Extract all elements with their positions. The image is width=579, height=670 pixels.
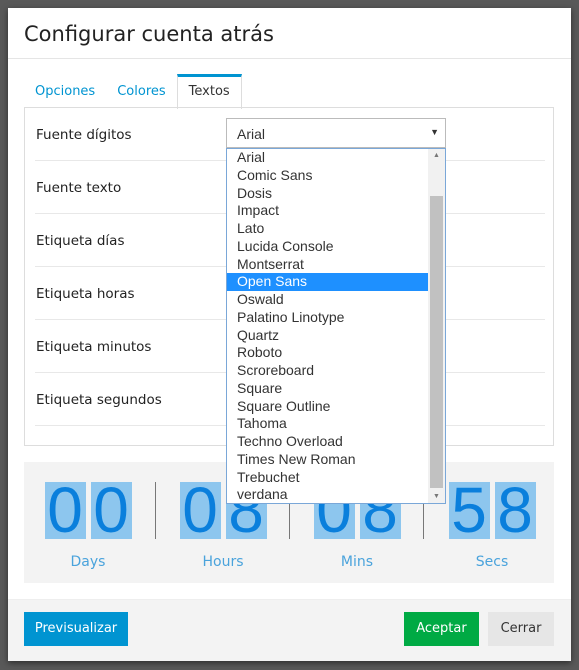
font-dropdown-list[interactable]: ▲ ▼ Arial Comic Sans Dosis Impact Lato Lucida…	[226, 148, 446, 504]
font-option[interactable]: Open Sans	[227, 273, 429, 291]
close-button[interactable]: Cerrar	[488, 612, 554, 646]
unit-label: Secs	[475, 554, 509, 570]
font-option[interactable]: Trebuchet	[227, 469, 429, 487]
font-option[interactable]: Tahoma	[227, 415, 429, 433]
unit-label: Mins	[340, 554, 374, 570]
font-option[interactable]: Comic Sans	[227, 167, 429, 185]
font-option[interactable]: verdana	[227, 486, 429, 504]
unit-label: Days	[70, 554, 106, 570]
font-option[interactable]: Dosis	[227, 185, 429, 203]
countdown-secs: 5 8 Secs	[442, 478, 542, 570]
tab-bar: Opciones Colores Textos	[24, 74, 242, 109]
digit: 0	[44, 478, 86, 542]
divider	[8, 58, 571, 59]
font-option[interactable]: Arial	[227, 149, 429, 167]
digit: 8	[494, 478, 536, 542]
scrollbar[interactable]: ▲ ▼	[428, 149, 445, 503]
digit: 0	[90, 478, 132, 542]
digit: 5	[448, 478, 490, 542]
configure-countdown-dialog: Configurar cuenta atrás Opciones Colores…	[8, 8, 571, 661]
digit-font-select[interactable]: Arial ▼	[226, 118, 446, 148]
font-option[interactable]: Palatino Linotype	[227, 309, 429, 327]
font-option[interactable]: Square Outline	[227, 398, 429, 416]
tab-colores[interactable]: Colores	[106, 74, 176, 108]
font-option[interactable]: Techno Overload	[227, 433, 429, 451]
tab-opciones[interactable]: Opciones	[24, 74, 106, 108]
digits: 00	[38, 478, 138, 542]
font-option[interactable]: Oswald	[227, 291, 429, 309]
font-option[interactable]: Lato	[227, 220, 429, 238]
font-option[interactable]: Lucida Console	[227, 238, 429, 256]
select-value: Arial	[237, 126, 266, 142]
scroll-down-icon[interactable]: ▼	[428, 493, 445, 500]
font-option[interactable]: Scroreboard	[227, 362, 429, 380]
digit: 0	[179, 478, 221, 542]
font-option[interactable]: Montserrat	[227, 256, 429, 274]
tab-textos[interactable]: Textos	[176, 74, 242, 109]
digits: 58	[442, 478, 542, 542]
font-option[interactable]: Roboto	[227, 344, 429, 362]
scroll-up-icon[interactable]: ▲	[428, 152, 445, 159]
unit-label: Hours	[202, 554, 244, 570]
dialog-footer: Previsualizar Aceptar Cerrar	[8, 599, 571, 661]
font-option[interactable]: Square	[227, 380, 429, 398]
accept-button[interactable]: Aceptar	[404, 612, 479, 646]
preview-button[interactable]: Previsualizar	[24, 612, 128, 646]
font-option[interactable]: Impact	[227, 202, 429, 220]
font-option[interactable]: Times New Roman	[227, 451, 429, 469]
font-option[interactable]: Quartz	[227, 327, 429, 345]
dialog-title: Configurar cuenta atrás	[24, 22, 274, 46]
scrollbar-thumb[interactable]	[430, 196, 443, 488]
countdown-days: 0 0 Days	[38, 478, 138, 570]
separator	[155, 482, 156, 539]
caret-down-icon: ▼	[430, 127, 439, 137]
